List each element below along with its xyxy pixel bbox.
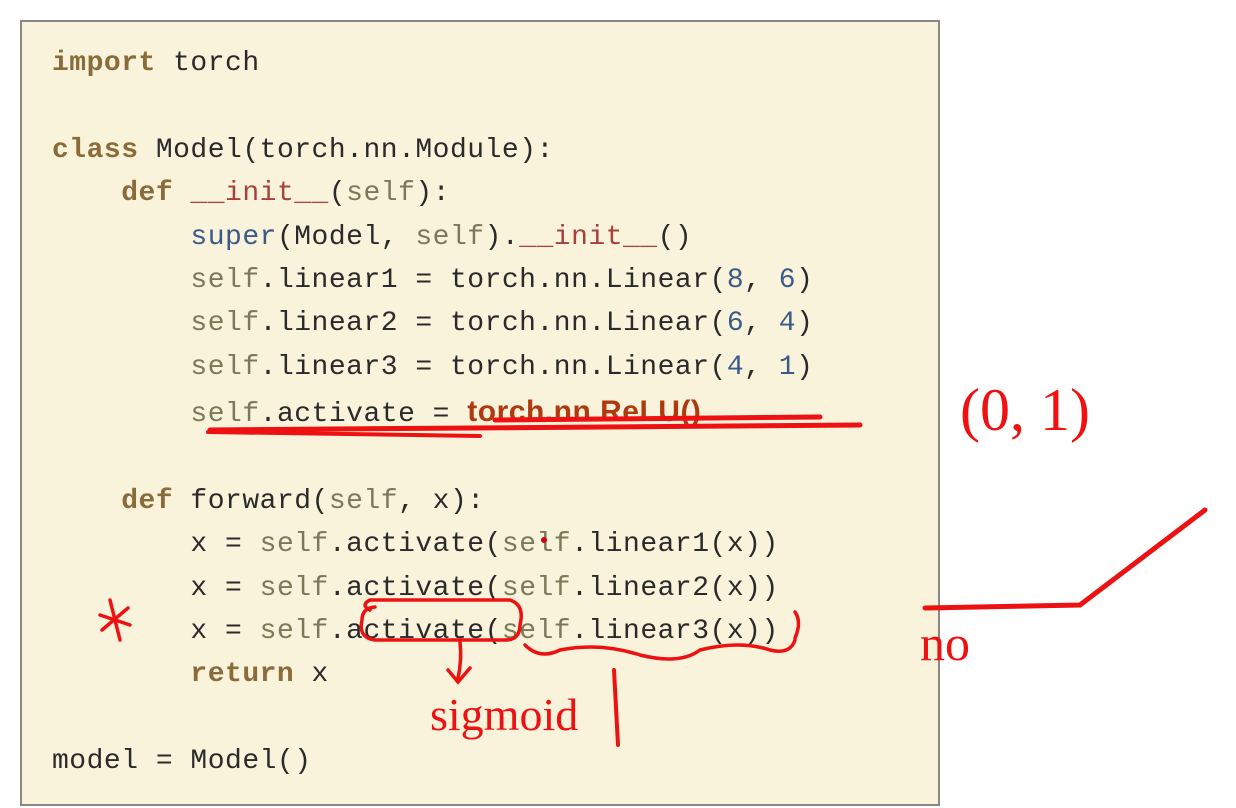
code-line-blank2 [52, 437, 908, 480]
code-line-15: return x [52, 653, 908, 696]
code-line-14: x = self.activate(self.linear3(x)) [52, 610, 908, 653]
code-line-9: self.activate = torch.nn.ReLU() [52, 389, 908, 436]
code-line-8: self.linear3 = torch.nn.Linear(4, 1) [52, 346, 908, 389]
code-line-6: self.linear1 = torch.nn.Linear(8, 6) [52, 259, 908, 302]
code-line-17: model = Model() [52, 740, 908, 783]
code-line-4: def __init__(self): [52, 172, 908, 215]
annotation-range: (0, 1) [960, 377, 1090, 443]
code-line-1: import torch [52, 42, 908, 85]
relu-emphasis: torch.nn.ReLU() [467, 395, 701, 428]
code-line-blank [52, 85, 908, 128]
code-block: import torch class Model(torch.nn.Module… [20, 20, 940, 806]
code-line-7: self.linear2 = torch.nn.Linear(6, 4) [52, 302, 908, 345]
code-line-12: x = self.activate(self.linear1(x)) [52, 523, 908, 566]
code-line-blank3 [52, 697, 908, 740]
code-line-5: super(Model, self).__init__() [52, 216, 908, 259]
code-line-13: x = self.activate(self.linear2(x)) [52, 567, 908, 610]
code-line-3: class Model(torch.nn.Module): [52, 129, 908, 172]
code-line-11: def forward(self, x): [52, 480, 908, 523]
